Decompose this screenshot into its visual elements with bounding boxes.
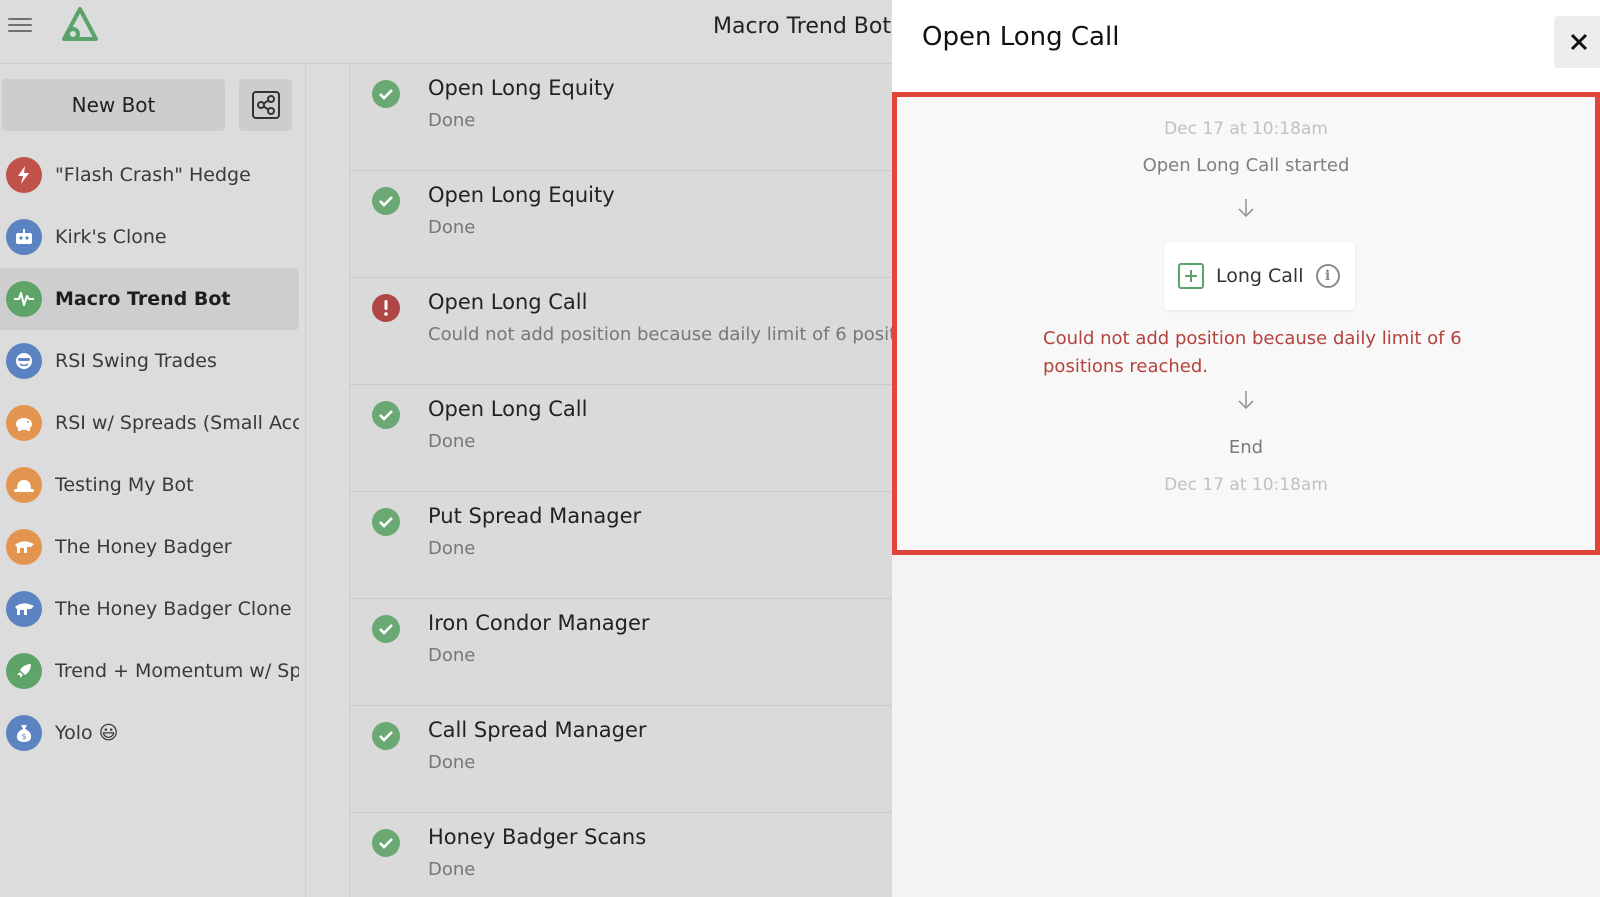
- sidebar-item-label: Yolo 😃: [55, 722, 119, 744]
- sidebar-item-label: Macro Trend Bot: [55, 288, 231, 310]
- long-call-action-card[interactable]: Long Call i: [1164, 242, 1355, 310]
- sidebar-item-label: RSI w/ Spreads (Small Account): [55, 412, 299, 434]
- sidebar-item-label: Testing My Bot: [55, 474, 194, 496]
- action-label: Long Call: [1216, 265, 1304, 287]
- run-title: Iron Condor Manager: [428, 611, 650, 635]
- run-title: Call Spread Manager: [428, 718, 647, 742]
- close-icon: [1570, 33, 1588, 51]
- robot-icon: [6, 219, 42, 255]
- sidebar-item-yolo[interactable]: $ Yolo 😃: [0, 702, 299, 764]
- arrow-down-icon: [897, 389, 1595, 416]
- sidebar-item-kirks-clone[interactable]: Kirk's Clone: [0, 206, 299, 268]
- run-status-text: Done: [428, 859, 476, 880]
- share-button[interactable]: [239, 79, 292, 131]
- check-circle-icon: [372, 187, 400, 215]
- arrow-down-icon: [897, 197, 1595, 224]
- run-item[interactable]: Open Long Equity Done: [350, 64, 892, 171]
- panel-title: Open Long Call: [922, 22, 1120, 52]
- sidebar-item-label: RSI Swing Trades: [55, 350, 217, 372]
- hamburger-menu-icon[interactable]: [8, 14, 34, 36]
- run-status-text: Done: [428, 645, 476, 666]
- new-bot-button[interactable]: New Bot: [2, 79, 225, 131]
- error-message: Could not add position because daily lim…: [1043, 328, 1462, 377]
- run-item[interactable]: Open Long Call Done: [350, 385, 892, 492]
- bot-list: "Flash Crash" Hedge Kirk's Clone Macro T…: [0, 144, 306, 764]
- run-status-text: Done: [428, 538, 476, 559]
- sidebar-item-label: Trend + Momentum w/ Spreads: [55, 660, 299, 682]
- sidebar-item-trend-momentum[interactable]: Trend + Momentum w/ Spreads: [0, 640, 299, 702]
- hat-icon: [6, 467, 42, 503]
- run-item[interactable]: Iron Condor Manager Done: [350, 599, 892, 706]
- run-flow: Dec 17 at 10:18am Open Long Call started…: [892, 92, 1600, 555]
- run-status-text: Done: [428, 217, 476, 238]
- run-item[interactable]: Open Long Call Could not add position be…: [350, 278, 893, 385]
- badger-icon: [6, 529, 42, 565]
- run-item[interactable]: Open Long Equity Done: [350, 171, 892, 278]
- app-logo-icon[interactable]: [60, 6, 100, 44]
- sidebar-item-honey-badger-clone[interactable]: The Honey Badger Clone: [0, 578, 299, 640]
- top-bar: Macro Trend Bot: [0, 0, 892, 64]
- run-status-text: Could not add position because daily lim…: [428, 324, 893, 345]
- sidebar-item-rsi-spreads[interactable]: RSI w/ Spreads (Small Account): [0, 392, 299, 454]
- run-status-text: Done: [428, 431, 476, 452]
- rocket-icon: [6, 653, 42, 689]
- run-title: Open Long Call: [428, 397, 588, 421]
- started-label: Open Long Call started: [1142, 155, 1350, 176]
- sidebar-item-honey-badger[interactable]: The Honey Badger: [0, 516, 299, 578]
- sidebar-item-macro-trend-bot[interactable]: Macro Trend Bot: [0, 268, 299, 330]
- end-label: End: [1228, 437, 1264, 458]
- check-circle-icon: [372, 80, 400, 108]
- run-title: Put Spread Manager: [428, 504, 642, 528]
- check-circle-icon: [372, 401, 400, 429]
- plus-square-icon: [1178, 263, 1204, 289]
- check-circle-icon: [372, 829, 400, 857]
- end-timestamp: Dec 17 at 10:18am: [1164, 475, 1328, 495]
- pulse-icon: [6, 281, 42, 317]
- run-item[interactable]: Call Spread Manager Done: [350, 706, 892, 813]
- face-icon: [6, 343, 42, 379]
- app: Macro Trend Bot New Bot "Flash Crash" He…: [0, 0, 1600, 897]
- run-item[interactable]: Honey Badger Scans Done: [350, 813, 892, 897]
- svg-text:$: $: [21, 732, 26, 741]
- close-button[interactable]: [1554, 16, 1600, 68]
- run-list: Open Long Equity Done Open Long Equity D…: [349, 64, 893, 897]
- run-title: Open Long Call: [428, 290, 588, 314]
- start-timestamp: Dec 17 at 10:18am: [1164, 119, 1328, 139]
- sidebar-item-testing-my-bot[interactable]: Testing My Bot: [0, 454, 299, 516]
- sidebar-item-label: The Honey Badger Clone: [55, 598, 292, 620]
- check-circle-icon: [372, 615, 400, 643]
- check-circle-icon: [372, 508, 400, 536]
- run-status-text: Done: [428, 752, 476, 773]
- info-icon[interactable]: i: [1315, 264, 1340, 288]
- sidebar: New Bot "Flash Crash" Hedge Kirk's Clone…: [0, 64, 306, 897]
- share-icon: [251, 91, 280, 119]
- lightning-icon: [6, 157, 42, 193]
- run-title: Open Long Equity: [428, 76, 615, 100]
- sidebar-item-label: The Honey Badger: [55, 536, 232, 558]
- money-bag-icon: $: [6, 715, 42, 751]
- sidebar-item-label: "Flash Crash" Hedge: [55, 164, 251, 186]
- detail-panel: Open Long Call Dec 17 at 10:18am Open Lo…: [892, 0, 1600, 897]
- run-title: Honey Badger Scans: [428, 825, 647, 849]
- piggy-bank-icon: [6, 405, 42, 441]
- sidebar-item-rsi-swing-trades[interactable]: RSI Swing Trades: [0, 330, 299, 392]
- badger-icon: [6, 591, 42, 627]
- check-circle-icon: [372, 722, 400, 750]
- error-circle-icon: [372, 294, 400, 322]
- run-item[interactable]: Put Spread Manager Done: [350, 492, 892, 599]
- run-title: Open Long Equity: [428, 183, 615, 207]
- run-status-text: Done: [428, 110, 476, 131]
- page-title: Macro Trend Bot: [713, 14, 891, 39]
- sidebar-item-flash-crash-hedge[interactable]: "Flash Crash" Hedge: [0, 144, 299, 206]
- sidebar-item-label: Kirk's Clone: [55, 226, 167, 248]
